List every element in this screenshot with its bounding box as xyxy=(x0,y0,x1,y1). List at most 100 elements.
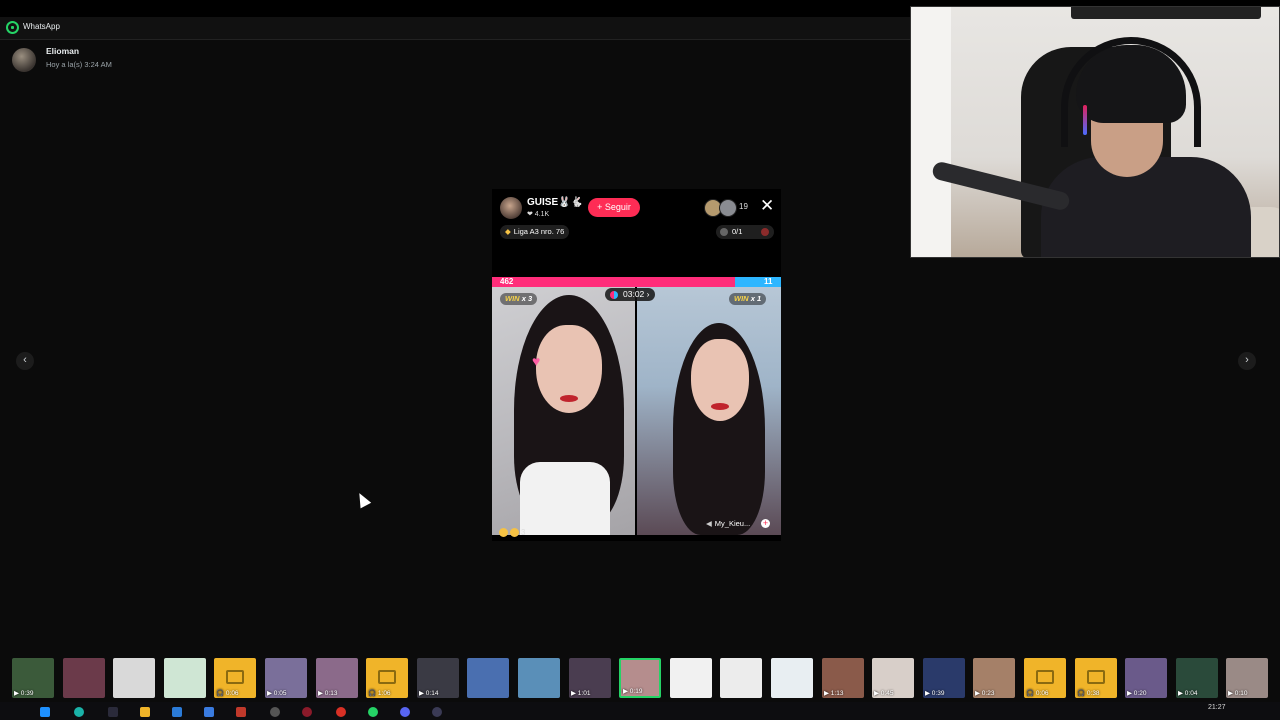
media-thumbnail[interactable] xyxy=(164,658,206,698)
follow-guest-button[interactable]: + xyxy=(761,519,770,528)
media-thumbnail[interactable]: ▶ 1:13 xyxy=(822,658,864,698)
media-thumbnail[interactable]: 🎧 0:06 xyxy=(1024,658,1066,698)
media-thumbnail[interactable]: ▶ 0:10 xyxy=(1226,658,1268,698)
battle-score-bar xyxy=(492,277,781,287)
streamer-lips xyxy=(711,403,729,410)
emoji-icon xyxy=(499,528,508,538)
media-thumbnail[interactable]: ▶ 0:05 xyxy=(265,658,307,698)
thumbnail-duration: ▶ 0:10 xyxy=(1228,690,1248,697)
battle-left-stream[interactable] xyxy=(492,287,635,535)
media-thumbnail[interactable]: ▶ 0:39 xyxy=(12,658,54,698)
app-icon[interactable] xyxy=(270,707,280,717)
emoji-icon xyxy=(510,528,519,538)
battle-icon xyxy=(610,291,618,299)
league-badge[interactable]: ◆ Liga A3 nro. 76 xyxy=(500,225,570,239)
media-viewer-tiktok-live[interactable]: GUISE🐰🐇 ❤ 4.1K + Seguir 19 ✕ ◆ Liga A3 nr… xyxy=(492,189,781,541)
close-icon[interactable]: ✕ xyxy=(760,197,774,215)
thumbnail-duration: ▶ 0:04 xyxy=(1178,690,1198,697)
media-thumbnail[interactable] xyxy=(720,658,762,698)
media-thumbnail[interactable] xyxy=(518,658,560,698)
app-icon[interactable] xyxy=(236,707,246,717)
webcam-overlay xyxy=(910,6,1280,258)
streamer-lips xyxy=(560,395,578,402)
previous-media-button[interactable]: ‹ xyxy=(16,352,34,370)
thumbnail-preview xyxy=(720,658,762,698)
whatsapp-logo-icon xyxy=(6,21,19,34)
media-thumbnail[interactable]: ▶ 0:14 xyxy=(417,658,459,698)
thumbnail-duration: ▶ 0:39 xyxy=(14,690,34,697)
streamer-top xyxy=(520,462,610,535)
app-icon[interactable] xyxy=(204,707,214,717)
image-placeholder-icon xyxy=(1087,670,1105,684)
media-thumbnail[interactable] xyxy=(63,658,105,698)
media-thumbnail[interactable]: ▶ 0:04 xyxy=(1176,658,1218,698)
media-thumbnail[interactable]: ▶ 0:23 xyxy=(973,658,1015,698)
windows-app-icon[interactable] xyxy=(40,707,50,717)
host-avatar[interactable] xyxy=(500,197,522,219)
win-streak-left: WIN x 3 xyxy=(500,293,538,305)
store-icon[interactable] xyxy=(172,707,182,717)
thumbnail-preview xyxy=(113,658,155,698)
media-thumbnail[interactable]: ▶ 0:19 xyxy=(619,658,661,698)
app-icon[interactable] xyxy=(302,707,312,717)
sender-name: Elioman xyxy=(46,46,80,56)
webcam-person-body xyxy=(1041,157,1251,257)
thumbnail-duration: ▶ 0:23 xyxy=(975,690,995,697)
score-right: 11 xyxy=(764,277,773,286)
image-placeholder-icon xyxy=(1036,670,1054,684)
thumbnail-duration: 🎧 0:38 xyxy=(1077,690,1100,697)
taskbar: 21:27 xyxy=(0,702,1280,720)
thumbnail-duration: ▶ 0:19 xyxy=(623,688,643,695)
thumbnail-duration: ▶ 1:01 xyxy=(571,690,591,697)
edge-icon[interactable] xyxy=(74,707,84,717)
reactions-count: 3 xyxy=(521,528,526,537)
media-thumbnail[interactable]: ▶ 0:20 xyxy=(1125,658,1167,698)
media-thumbnail[interactable] xyxy=(467,658,509,698)
thumbnail-duration: 🎧 1:06 xyxy=(368,690,391,697)
chrome-icon[interactable] xyxy=(336,707,346,717)
follow-button[interactable]: + Seguir xyxy=(588,198,640,217)
thumbnail-duration: 🎧 0:06 xyxy=(1026,690,1049,697)
thumbnail-preview xyxy=(467,658,509,698)
folder-icon[interactable] xyxy=(140,707,150,717)
image-placeholder-icon xyxy=(378,670,396,684)
thumbnail-duration: ▶ 0:45 xyxy=(874,690,894,697)
media-thumbnail-strip[interactable]: ▶ 0:39 🎧 0:06 ▶ 0:05 ▶ 0:13 🎧 1:06 ▶ 0:14 ▶ 1:… xyxy=(0,655,1280,702)
media-thumbnail[interactable]: ▶ 1:01 xyxy=(569,658,611,698)
message-timestamp: Hoy a la(s) 3:24 AM xyxy=(46,60,112,69)
battle-right-stream[interactable] xyxy=(637,287,781,535)
whatsapp-taskbar-icon[interactable] xyxy=(368,707,378,717)
timer-text: 03:02 › xyxy=(623,289,650,299)
thumbnail-preview xyxy=(518,658,560,698)
media-thumbnail[interactable] xyxy=(771,658,813,698)
media-thumbnail[interactable]: 🎧 0:38 xyxy=(1075,658,1117,698)
thumbnail-duration: ▶ 0:14 xyxy=(419,690,439,697)
thumbnail-preview xyxy=(771,658,813,698)
mouse-cursor-icon xyxy=(354,490,372,509)
app-icon[interactable] xyxy=(108,707,118,717)
media-thumbnail[interactable]: 🎧 0:06 xyxy=(214,658,256,698)
media-thumbnail[interactable]: ▶ 0:39 xyxy=(923,658,965,698)
media-thumbnail[interactable] xyxy=(670,658,712,698)
counter-avatar-icon xyxy=(720,228,728,236)
discord-icon[interactable] xyxy=(400,707,410,717)
app-icon[interactable] xyxy=(432,707,442,717)
avatar[interactable] xyxy=(12,48,36,72)
thumbnail-duration: ▶ 0:39 xyxy=(925,690,945,697)
media-thumbnail[interactable]: 🎧 1:06 xyxy=(366,658,408,698)
taskbar-clock[interactable]: 21:27 xyxy=(1208,704,1226,711)
headset-led xyxy=(1083,105,1087,135)
win-multiplier: x 1 xyxy=(750,294,762,303)
heart-icon: ♥ xyxy=(532,353,541,369)
counter-value: 0/1 xyxy=(732,227,743,236)
media-thumbnail[interactable] xyxy=(113,658,155,698)
guest-name-label: ◀ My_Kieu... xyxy=(706,519,750,528)
gift-counter[interactable]: 0/1 xyxy=(716,225,774,239)
media-thumbnail[interactable]: ▶ 0:45 xyxy=(872,658,914,698)
viewer-count: 19 xyxy=(739,202,748,211)
next-media-button[interactable]: › xyxy=(1238,352,1256,370)
media-thumbnail[interactable]: ▶ 0:13 xyxy=(316,658,358,698)
win-label: WIN xyxy=(505,294,520,303)
battle-timer[interactable]: 03:02 › xyxy=(605,288,656,301)
thumbnail-duration: ▶ 0:13 xyxy=(318,690,338,697)
